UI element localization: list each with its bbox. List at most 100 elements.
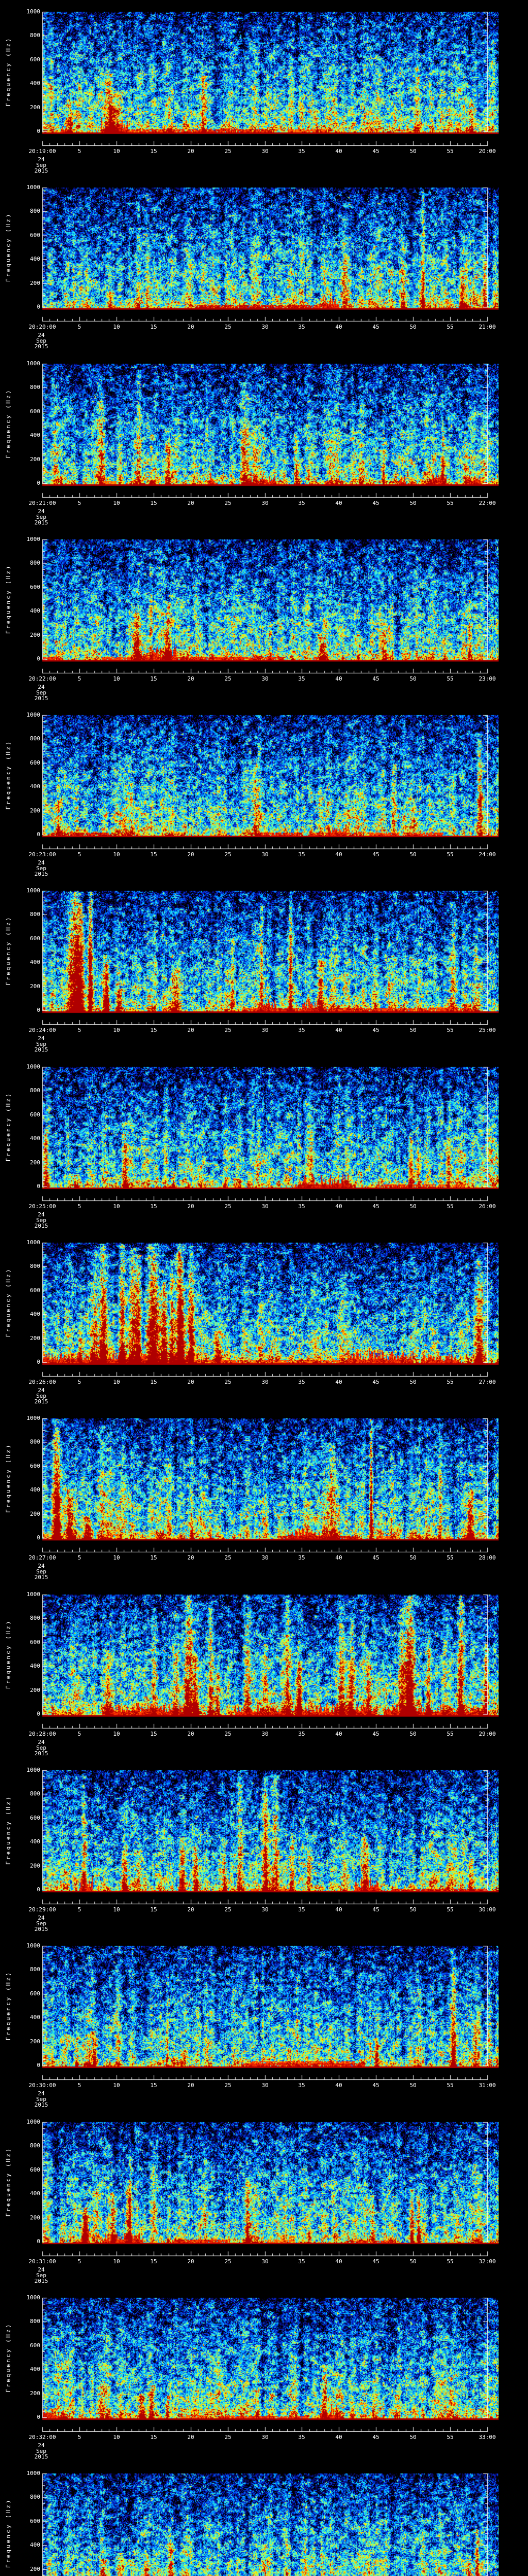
x-tick-label: 10 <box>113 1204 120 1209</box>
x-start-time-label: 20:27:00 <box>29 1555 56 1561</box>
x-tick-label: 15 <box>150 852 157 857</box>
x-tick-label: 10 <box>113 2259 120 2264</box>
date-year-label: 2015 <box>35 168 48 174</box>
spectrogram-panel: 02004006008001000Frequency (Hz)510152025… <box>0 1406 528 1583</box>
x-tick-label: 30 <box>261 1731 268 1737</box>
x-tick-label: 25 <box>224 148 231 154</box>
date-year-label: 2015 <box>35 1574 48 1580</box>
y-tick-label: 0 <box>20 480 40 486</box>
y-tick-label: 200 <box>20 105 40 110</box>
x-tick-label: 50 <box>409 2082 416 2088</box>
date-year-label: 2015 <box>35 1223 48 1229</box>
y-axis-title: Frequency (Hz) <box>6 2147 11 2217</box>
y-tick-label: 0 <box>20 304 40 310</box>
x-tick-label: 45 <box>372 148 379 154</box>
x-tick-label: 25 <box>224 1731 231 1737</box>
y-tick-label: 400 <box>20 1136 40 1141</box>
y-axis-title: Frequency (Hz) <box>6 1444 11 1513</box>
x-tick-label: 5 <box>78 1027 81 1033</box>
y-tick-label: 600 <box>20 2343 40 2348</box>
y-tick-label: 800 <box>20 1439 40 1445</box>
x-tick-label: 15 <box>150 324 157 330</box>
y-tick-label: 800 <box>20 1967 40 1972</box>
y-tick-label: 0 <box>20 832 40 837</box>
x-tick-label: 55 <box>447 148 453 154</box>
x-tick-label: 45 <box>372 1027 379 1033</box>
y-tick-label: 600 <box>20 936 40 941</box>
x-tick-label: 50 <box>409 676 416 682</box>
x-end-time-label: 28:00 <box>478 1555 496 1561</box>
x-tick-label: 45 <box>372 324 379 330</box>
spectrogram-panel: 02004006008001000Frequency (Hz)510152025… <box>0 1583 528 1758</box>
x-tick-label: 50 <box>409 1907 416 1912</box>
x-tick-label: 20 <box>187 2259 194 2264</box>
y-tick-label: 600 <box>20 2518 40 2524</box>
x-tick-label: 55 <box>447 1731 453 1737</box>
y-axis-title: Frequency (Hz) <box>6 389 11 459</box>
x-tick-label: 15 <box>150 1555 157 1561</box>
x-end-time-label: 23:00 <box>478 676 496 682</box>
x-tick-label: 45 <box>372 2082 379 2088</box>
x-tick-label: 5 <box>78 500 81 506</box>
x-tick-label: 10 <box>113 1027 120 1033</box>
x-start-time-label: 20:21:00 <box>29 500 56 506</box>
y-tick-label: 800 <box>20 2494 40 2500</box>
x-tick-label: 10 <box>113 148 120 154</box>
x-tick-label: 45 <box>372 2259 379 2264</box>
x-tick-label: 40 <box>335 2259 342 2264</box>
x-tick-label: 30 <box>261 500 268 506</box>
x-tick-label: 10 <box>113 324 120 330</box>
x-tick-label: 10 <box>113 852 120 857</box>
y-tick-label: 0 <box>20 1711 40 1717</box>
y-tick-label: 1000 <box>20 536 40 542</box>
y-tick-label: 600 <box>20 760 40 766</box>
y-tick-label: 1000 <box>20 2119 40 2125</box>
x-tick-label: 30 <box>261 676 268 682</box>
x-tick-label: 55 <box>447 1379 453 1385</box>
y-tick-label: 0 <box>20 128 40 134</box>
x-tick-label: 35 <box>298 1555 305 1561</box>
y-tick-label: 600 <box>20 1463 40 1469</box>
y-axis-title: Frequency (Hz) <box>6 37 11 107</box>
x-tick-label: 20 <box>187 148 194 154</box>
y-tick-label: 800 <box>20 1263 40 1269</box>
x-tick-label: 50 <box>409 1731 416 1737</box>
y-tick-label: 400 <box>20 2542 40 2548</box>
x-tick-label: 35 <box>298 2434 305 2440</box>
x-start-time-label: 20:29:00 <box>29 1907 56 1912</box>
x-tick-label: 5 <box>78 1204 81 1209</box>
y-tick-label: 800 <box>20 736 40 741</box>
y-tick-label: 400 <box>20 2191 40 2196</box>
x-end-time-label: 32:00 <box>478 2259 496 2264</box>
x-tick-label: 30 <box>261 2434 268 2440</box>
y-tick-label: 600 <box>20 1639 40 1645</box>
y-tick-label: 400 <box>20 2366 40 2372</box>
x-tick-label: 15 <box>150 2434 157 2440</box>
x-tick-label: 20 <box>187 2434 194 2440</box>
date-year-label: 2015 <box>35 871 48 877</box>
y-tick-label: 200 <box>20 1511 40 1517</box>
x-start-time-label: 20:30:00 <box>29 2082 56 2088</box>
x-tick-label: 25 <box>224 1379 231 1385</box>
y-tick-label: 400 <box>20 80 40 86</box>
spectrogram-panel: 02004006008001000Frequency (Hz)510152025… <box>0 0 528 176</box>
y-tick-label: 200 <box>20 456 40 462</box>
x-tick-label: 45 <box>372 676 379 682</box>
x-tick-label: 40 <box>335 324 342 330</box>
date-year-label: 2015 <box>35 2454 48 2460</box>
spectrogram-panel: 02004006008001000Frequency (Hz)510152025… <box>0 1758 528 1934</box>
x-tick-label: 25 <box>224 1204 231 1209</box>
y-tick-label: 1000 <box>20 1943 40 1948</box>
x-tick-label: 35 <box>298 1379 305 1385</box>
y-tick-label: 800 <box>20 384 40 390</box>
y-tick-label: 1000 <box>20 361 40 366</box>
x-tick-label: 20 <box>187 324 194 330</box>
x-tick-label: 35 <box>298 676 305 682</box>
y-tick-label: 1000 <box>20 2295 40 2300</box>
x-tick-label: 15 <box>150 1379 157 1385</box>
x-start-time-label: 20:28:00 <box>29 1731 56 1737</box>
x-tick-label: 50 <box>409 324 416 330</box>
x-tick-label: 10 <box>113 676 120 682</box>
y-tick-label: 1000 <box>20 1240 40 1245</box>
y-tick-label: 800 <box>20 911 40 917</box>
